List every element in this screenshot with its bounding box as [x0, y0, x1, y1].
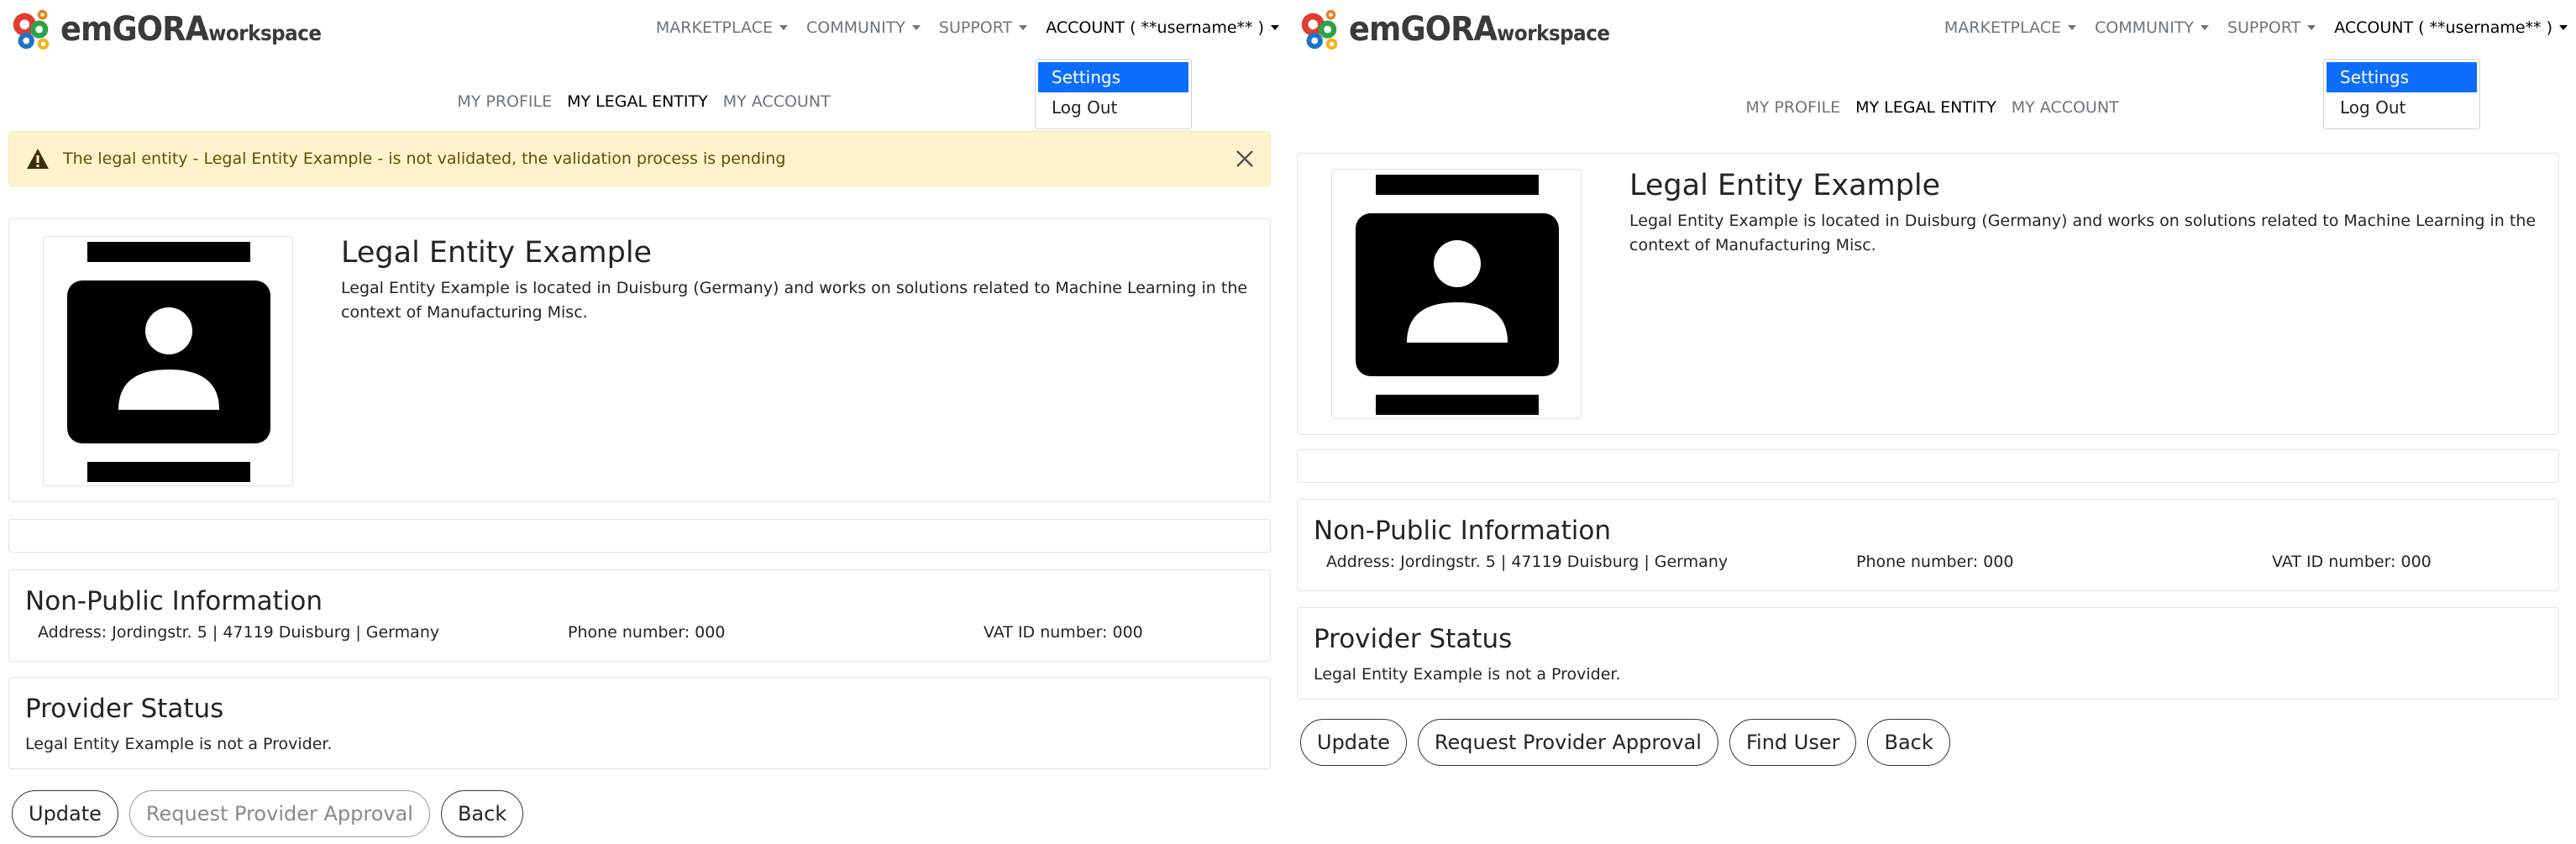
- provider-status-title: Provider Status: [1314, 624, 1513, 654]
- profile-tabs: MY PROFILE MY LEGAL ENTITY MY ACCOUNT: [0, 92, 1288, 111]
- tab-my-account[interactable]: MY ACCOUNT: [723, 92, 831, 111]
- profile-tabs: MY PROFILE MY LEGAL ENTITY MY ACCOUNT: [1288, 98, 2576, 117]
- provider-status-card: Provider Status Legal Entity Example is …: [1297, 607, 2559, 700]
- top-navbar: emGORAworkspace MARKETPLACE COMMUNITY SU…: [1288, 0, 2576, 59]
- warning-icon: [27, 149, 49, 169]
- tab-my-profile[interactable]: MY PROFILE: [1745, 98, 1840, 117]
- vat-text: VAT ID number: 000: [2272, 553, 2432, 571]
- caret-down-icon: [1271, 25, 1279, 30]
- menu-item-settings[interactable]: Settings: [2327, 62, 2477, 92]
- caret-down-icon: [2559, 25, 2568, 30]
- address-text: Address: Jordingstr. 5 | 47119 Duisburg …: [1326, 553, 1729, 571]
- nav-account[interactable]: ACCOUNT ( **username** ): [1046, 18, 1279, 37]
- nav-support[interactable]: SUPPORT: [2227, 18, 2316, 37]
- caret-down-icon: [2307, 25, 2316, 30]
- provider-status-text: Legal Entity Example is not a Provider.: [1314, 665, 1621, 684]
- logo-brand: emGORA: [60, 10, 209, 49]
- nav-support-label: SUPPORT: [2227, 18, 2301, 37]
- right-screenshot-panel: emGORAworkspace MARKETPLACE COMMUNITY SU…: [1288, 0, 2576, 844]
- address-text: Address: Jordingstr. 5 | 47119 Duisburg …: [38, 623, 440, 642]
- nav-marketplace[interactable]: MARKETPLACE: [1944, 18, 2076, 37]
- vat-text: VAT ID number: 000: [984, 623, 1143, 642]
- empty-card: [8, 519, 1271, 553]
- nav-menu: MARKETPLACE COMMUNITY SUPPORT ACCOUNT ( …: [1926, 18, 2568, 37]
- caret-down-icon: [911, 25, 921, 30]
- menu-item-settings[interactable]: Settings: [1038, 62, 1188, 92]
- phone-text: Phone number: 000: [1856, 553, 2014, 571]
- entity-image: [43, 236, 293, 486]
- nav-account[interactable]: ACCOUNT ( **username** ): [2334, 18, 2568, 37]
- close-icon[interactable]: [1233, 147, 1257, 170]
- provider-status-title: Provider Status: [25, 694, 224, 724]
- gear-logo-icon: [1301, 9, 1338, 50]
- validation-alert: The legal entity - Legal Entity Example …: [8, 131, 1271, 186]
- back-button[interactable]: Back: [1867, 719, 1950, 766]
- nav-marketplace-label: MARKETPLACE: [1944, 18, 2061, 37]
- nav-community[interactable]: COMMUNITY: [2095, 18, 2209, 37]
- alert-message: The legal entity - Legal Entity Example …: [63, 149, 786, 168]
- nav-marketplace[interactable]: MARKETPLACE: [656, 18, 788, 37]
- nav-account-label: ACCOUNT ( **username** ): [1046, 18, 1264, 37]
- entity-description: Legal Entity Example is located in Duisb…: [1629, 212, 2537, 254]
- gear-logo-icon: [13, 9, 50, 50]
- entity-card: Legal Entity Example Legal Entity Exampl…: [1297, 153, 2559, 435]
- update-button[interactable]: Update: [1300, 719, 1407, 766]
- action-buttons: Update Request Provider Approval Find Us…: [1300, 719, 1961, 766]
- provider-status-text: Legal Entity Example is not a Provider.: [25, 735, 333, 753]
- caret-down-icon: [779, 25, 788, 30]
- entity-description: Legal Entity Example is located in Duisb…: [341, 279, 1248, 322]
- app-logo[interactable]: emGORAworkspace: [7, 5, 344, 54]
- logo-text: emGORAworkspace: [1349, 10, 1610, 49]
- nav-account-label: ACCOUNT ( **username** ): [2334, 18, 2552, 37]
- left-screenshot-panel: emGORAworkspace MARKETPLACE COMMUNITY SU…: [0, 0, 1288, 844]
- request-provider-approval-button[interactable]: Request Provider Approval: [1417, 719, 1718, 766]
- find-user-button[interactable]: Find User: [1729, 719, 1857, 766]
- back-button[interactable]: Back: [440, 790, 524, 837]
- action-buttons: Update Request Provider Approval Back: [12, 790, 534, 837]
- app-logo[interactable]: emGORAworkspace: [1295, 5, 1633, 54]
- request-provider-approval-button[interactable]: Request Provider Approval: [129, 790, 430, 837]
- nav-community-label: COMMUNITY: [2094, 18, 2194, 37]
- logo-text: emGORAworkspace: [60, 10, 322, 49]
- nav-community[interactable]: COMMUNITY: [806, 18, 921, 37]
- non-public-title: Non-Public Information: [25, 586, 323, 616]
- caret-down-icon: [2067, 25, 2076, 30]
- nav-menu: MARKETPLACE COMMUNITY SUPPORT ACCOUNT ( …: [637, 18, 1279, 37]
- tab-my-legal-entity[interactable]: MY LEGAL ENTITY: [567, 92, 708, 111]
- non-public-info-card: Non-Public Information Address: Jordings…: [1297, 499, 2559, 591]
- caret-down-icon: [2200, 25, 2209, 30]
- tab-my-profile[interactable]: MY PROFILE: [457, 92, 552, 111]
- phone-text: Phone number: 000: [568, 623, 726, 642]
- update-button[interactable]: Update: [12, 790, 118, 837]
- avatar-icon: [1356, 175, 1559, 415]
- non-public-title: Non-Public Information: [1314, 516, 1612, 546]
- non-public-info-card: Non-Public Information Address: Jordings…: [8, 569, 1271, 662]
- logo-suffix: workspace: [208, 21, 322, 45]
- nav-support[interactable]: SUPPORT: [938, 18, 1028, 37]
- nav-community-label: COMMUNITY: [805, 18, 905, 37]
- nav-support-label: SUPPORT: [938, 18, 1013, 37]
- tab-my-legal-entity[interactable]: MY LEGAL ENTITY: [1855, 98, 1996, 117]
- tab-my-account[interactable]: MY ACCOUNT: [2012, 98, 2119, 117]
- logo-suffix: workspace: [1497, 21, 1610, 45]
- entity-title: Legal Entity Example: [1629, 169, 1941, 202]
- logo-brand: emGORA: [1349, 10, 1498, 49]
- caret-down-icon: [1019, 25, 1028, 30]
- avatar-icon: [67, 242, 270, 482]
- entity-image: [1331, 169, 1582, 419]
- account-dropdown-menu: Settings Log Out: [2323, 59, 2480, 129]
- top-navbar: emGORAworkspace MARKETPLACE COMMUNITY SU…: [0, 0, 1288, 59]
- empty-card: [1297, 449, 2559, 483]
- nav-marketplace-label: MARKETPLACE: [655, 18, 773, 37]
- entity-title: Legal Entity Example: [341, 236, 653, 270]
- provider-status-card: Provider Status Legal Entity Example is …: [8, 677, 1271, 769]
- entity-card: Legal Entity Example Legal Entity Exampl…: [8, 218, 1271, 502]
